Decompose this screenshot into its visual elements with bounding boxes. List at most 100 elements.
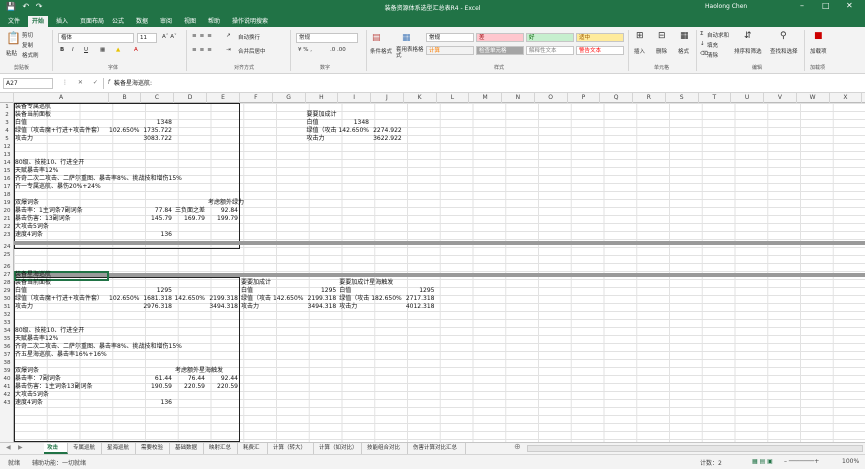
cell-a[interactable]: 暴击伤害：13副词条 xyxy=(15,215,71,223)
cell-c[interactable]: 190.59 xyxy=(141,383,172,391)
cell-e[interactable]: 199.79 xyxy=(207,215,238,223)
cell-a[interactable]: 天赋暴击率12% xyxy=(15,335,58,343)
cell-d[interactable]: 142.650% xyxy=(174,295,205,303)
cell-a[interactable]: 80级、技能10、行进全开 xyxy=(15,159,84,167)
orientation-icon[interactable]: ↗ xyxy=(226,33,231,39)
tab-page-layout[interactable]: 页面布局 xyxy=(76,16,108,27)
row-header[interactable]: 4 xyxy=(0,127,14,135)
cell-c[interactable]: 1681.318 xyxy=(141,295,172,303)
horizontal-scrollbar[interactable] xyxy=(527,445,863,452)
fill-button[interactable]: 填充 xyxy=(707,41,718,49)
delete-cells-button[interactable]: 删除 xyxy=(656,47,667,55)
cell-e[interactable]: 92.44 xyxy=(207,375,238,383)
cell-h[interactable]: 2199.318 xyxy=(306,295,337,303)
cell-i[interactable]: 白值 xyxy=(339,287,351,295)
cell-e[interactable]: 220.59 xyxy=(207,383,238,391)
fill-color-icon[interactable]: ▲ xyxy=(116,47,120,53)
column-header-i[interactable]: I xyxy=(338,93,371,103)
cell-h[interactable]: 绿值（攻击 xyxy=(307,127,337,135)
sheet-tab[interactable]: 映射汇总 xyxy=(206,443,238,454)
cell-h[interactable]: 要要加成计 xyxy=(307,111,337,119)
cell-c[interactable]: 1735.722 xyxy=(141,127,172,135)
cell-c[interactable]: 61.44 xyxy=(141,375,172,383)
cell-style-option[interactable]: 适中 xyxy=(576,33,624,42)
cell-i[interactable]: 1348 xyxy=(338,119,369,127)
sheet-tab[interactable]: 基础数据 xyxy=(172,443,204,454)
column-header-x[interactable]: X xyxy=(830,93,863,103)
cell-a[interactable]: 攻击力 xyxy=(15,135,33,143)
cell-f[interactable]: 绿值（攻击 xyxy=(241,295,271,303)
row-header[interactable]: 27 xyxy=(0,271,14,279)
conditional-format-button[interactable]: 条件格式 xyxy=(370,47,392,55)
sheet-tab[interactable]: 技能组合对比 xyxy=(364,443,408,454)
find-select-button[interactable]: 查找和选择 xyxy=(770,47,798,55)
cell-i[interactable]: 142.650% xyxy=(338,127,369,135)
row-header[interactable]: 43 xyxy=(0,399,14,407)
cell-g[interactable]: 142.650% xyxy=(273,295,304,303)
conditional-format-icon[interactable]: ▤ xyxy=(372,33,381,43)
cell-c[interactable]: 136 xyxy=(141,231,172,239)
cell-a[interactable]: 80级、技能10、行进全开 xyxy=(15,327,84,335)
row-header[interactable]: 38 xyxy=(0,359,14,367)
cell-d[interactable]: 三负面之差 xyxy=(175,207,205,215)
fill-icon[interactable]: ↓ xyxy=(700,41,705,47)
close-icon[interactable]: ✕ xyxy=(846,1,853,10)
bold-button[interactable]: B xyxy=(60,47,64,53)
cell-style-option[interactable]: 差 xyxy=(476,33,524,42)
tab-file[interactable]: 文件 xyxy=(4,16,24,27)
cell-a[interactable]: 天赋暴击率12% xyxy=(15,167,58,175)
cell-d[interactable]: 169.79 xyxy=(174,215,205,223)
merge-center-button[interactable]: 合并后居中 xyxy=(238,47,266,55)
insert-cells-button[interactable]: 插入 xyxy=(634,47,645,55)
row-header[interactable]: 15 xyxy=(0,167,14,175)
autosum-icon[interactable]: Σ xyxy=(700,31,703,37)
cell-a[interactable]: 齐奇二次二攻击、二萨尔重图、暴击率8%、挑战技和增伤15% xyxy=(15,175,182,183)
column-header-p[interactable]: P xyxy=(568,93,601,103)
cell-i[interactable]: 要要加成计星海触发 xyxy=(339,279,393,287)
row-header[interactable]: 16 xyxy=(0,175,14,183)
align-top-icon[interactable]: ≡≡≡ xyxy=(192,33,215,39)
minimize-icon[interactable]: – xyxy=(800,1,804,10)
cell-a[interactable]: 齐奇二次二攻击、二萨尔重图、暴击率8%、挑战技和增伤15% xyxy=(15,343,182,351)
cell-k[interactable]: 1295 xyxy=(404,287,434,295)
sheet-tab[interactable]: 星海巡航 xyxy=(104,443,136,454)
delete-cells-icon[interactable]: ⊟ xyxy=(658,31,666,41)
find-select-icon[interactable]: ⚲ xyxy=(780,31,787,41)
cut-button[interactable]: 剪切 xyxy=(22,31,33,39)
row-header[interactable]: 37 xyxy=(0,351,14,359)
row-header[interactable]: 14 xyxy=(0,159,14,167)
font-grow-icon[interactable]: Aˆ Aˇ xyxy=(162,34,177,40)
cell-a[interactable]: 暴击伤害：1主词条13副词条 xyxy=(15,383,92,391)
cell-a[interactable]: 绿值（攻击魔+行进+攻击件套） xyxy=(15,295,103,303)
row-header[interactable]: 2 xyxy=(0,111,14,119)
cell-c[interactable]: 77.84 xyxy=(141,207,172,215)
row-header[interactable]: 12 xyxy=(0,143,14,151)
cell-j[interactable]: 3622.922 xyxy=(371,135,402,143)
cell-f[interactable]: 攻击力 xyxy=(241,303,259,311)
row-header[interactable]: 20 xyxy=(0,207,14,215)
cell-a[interactable]: 白值 xyxy=(15,119,27,127)
row-header[interactable]: 31 xyxy=(0,303,14,311)
cell-i[interactable]: 攻击力 xyxy=(339,303,357,311)
column-header-n[interactable]: N xyxy=(502,93,535,103)
paste-icon[interactable]: 📋 xyxy=(6,31,21,45)
cell-a[interactable]: 齐五星海巡航、暴击率16%+16% xyxy=(15,351,107,359)
row-header[interactable]: 18 xyxy=(0,191,14,199)
cell-style-option[interactable]: 常规 xyxy=(426,33,474,42)
cell-d[interactable]: 220.59 xyxy=(174,383,205,391)
column-header-t[interactable]: T xyxy=(699,93,732,103)
column-header-e[interactable]: E xyxy=(207,93,240,103)
row-header[interactable]: 36 xyxy=(0,343,14,351)
row-header[interactable]: 24 xyxy=(0,243,14,251)
name-box[interactable]: A27 xyxy=(3,78,53,89)
prev-sheet-icon[interactable]: ◀ xyxy=(6,444,11,451)
row-header[interactable]: 25 xyxy=(0,251,14,259)
cell-h[interactable]: 攻击力 xyxy=(307,135,325,143)
worksheet-grid[interactable]: 装备专属巡航 装备当前面板 要要加成计 白值 1348 白值 1348 绿值（攻击魔+行进+攻… xyxy=(14,103,865,442)
sheet-tab[interactable]: 需要校验 xyxy=(138,443,170,454)
borders-icon[interactable]: ▦ xyxy=(100,47,105,53)
tell-me-search[interactable]: 操作说明搜索 xyxy=(228,16,272,27)
cell-a[interactable]: 绿值（攻击魔+行进+攻击件套） xyxy=(15,127,103,135)
cell-c[interactable]: 145.79 xyxy=(141,215,172,223)
cell-a[interactable]: 双爆词条 xyxy=(15,199,39,207)
